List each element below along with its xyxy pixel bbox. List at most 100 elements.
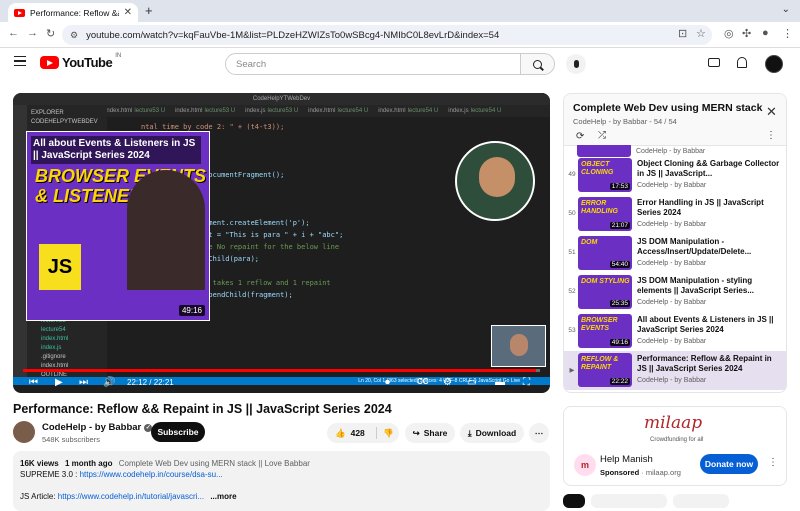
captions-icon[interactable]: CC <box>417 377 429 386</box>
youtube-logo[interactable]: YouTube IN <box>40 53 121 70</box>
channel-avatar[interactable] <box>13 421 35 443</box>
site-info-icon[interactable]: ⚙ <box>70 30 78 41</box>
new-tab-icon[interactable]: + <box>145 3 153 18</box>
video-progress-bar[interactable] <box>23 369 540 372</box>
close-playlist-icon[interactable]: ✕ <box>766 104 777 120</box>
explorer-item[interactable]: index.html <box>31 335 103 344</box>
video-player[interactable]: CodeHelpYTWebDev index.htmllecture52inde… <box>13 93 550 393</box>
channel-name-row[interactable]: CodeHelp - by Babbar ✓ <box>42 422 153 433</box>
ad-title[interactable]: Help Manish <box>600 454 653 465</box>
playlist-item[interactable]: 53 BROWSER EVENTS 49:16 All about Events & … <box>564 312 786 351</box>
profile-avatar-icon[interactable]: ● <box>762 27 769 39</box>
playlist-title[interactable]: Complete Web Dev using MERN stack || Lov… <box>573 102 763 114</box>
play-icon[interactable]: ▶ <box>55 377 63 388</box>
chip-from-channel[interactable] <box>591 494 667 508</box>
notifications-bell-icon[interactable] <box>737 57 747 68</box>
editor-tab[interactable]: index.js <box>448 105 468 117</box>
playlist-item-thumbnail[interactable]: OBJECT CLONING 17:53 <box>578 158 632 192</box>
playlist-more-icon[interactable]: ⋮ <box>766 130 776 141</box>
explorer-item[interactable]: lecture54 <box>31 326 103 335</box>
browser-tab[interactable]: Performance: Reflow && Repa ✕ <box>8 3 138 22</box>
playlist-item-title[interactable]: Object Cloning && Garbage Collector in J… <box>637 159 782 179</box>
ad-more-icon[interactable]: ⋮ <box>768 457 778 468</box>
back-icon[interactable]: ← <box>8 27 19 39</box>
share-button[interactable]: ↪ Share <box>405 423 455 443</box>
playlist-item-title[interactable]: Performance: Reflow && Repaint in JS || … <box>637 354 782 374</box>
playlist-item-thumbnail[interactable]: DOM 54:40 <box>578 236 632 270</box>
supreme-link[interactable]: https://www.codehelp.in/course/dsa-su... <box>80 470 223 479</box>
explorer-root: CODEHELPYTWEBDEV <box>31 119 98 125</box>
previous-icon[interactable]: ⏮ <box>29 377 38 388</box>
playlist-link[interactable]: Complete Web Dev using MERN stack || Lov… <box>119 459 310 468</box>
shuffle-playlist-icon[interactable]: ⤮ <box>598 130 606 141</box>
thumbs-up-icon: 👍 <box>335 427 346 438</box>
next-icon[interactable]: ⏭ <box>79 377 88 388</box>
download-button[interactable]: ⤓ Download <box>460 423 524 443</box>
fullscreen-icon[interactable]: ⛶ <box>523 377 530 388</box>
create-video-icon[interactable] <box>708 58 720 67</box>
playlist-item-thumbnail[interactable]: REFLOW & REPAINT 22:22 <box>578 353 632 387</box>
playlist-item[interactable]: 52 DOM STYLING 25:35 JS DOM Manipulation - … <box>564 273 786 312</box>
editor-tab[interactable]: index.html <box>105 105 132 117</box>
install-app-icon[interactable]: ⊡ <box>678 27 687 40</box>
playlist-item-title[interactable]: All about Events & Listeners in JS || Ja… <box>637 315 782 335</box>
browser-menu-icon[interactable]: ⋮ <box>782 27 793 40</box>
chip-related[interactable] <box>673 494 729 508</box>
description-box[interactable]: 16K views 1 month ago Complete Web Dev u… <box>13 451 550 511</box>
more-actions-button[interactable]: ⋯ <box>529 423 549 443</box>
search-button[interactable] <box>521 53 555 75</box>
extension-icon[interactable]: ◎ <box>724 27 734 40</box>
autoplay-toggle-icon[interactable]: ⏺ <box>385 377 390 388</box>
miniplayer-icon[interactable]: ▭ <box>467 377 476 388</box>
puzzle-icon[interactable]: ✣ <box>742 27 751 40</box>
playlist-item-thumbnail[interactable]: ERROR HANDLING 21:07 <box>578 197 632 231</box>
hamburger-menu-icon[interactable] <box>14 56 26 66</box>
ad-sponsored-label: Sponsored <box>600 468 640 477</box>
explorer-label: EXPLORER <box>31 110 64 116</box>
explorer-item[interactable]: .gitignore <box>31 353 103 362</box>
voice-search-button[interactable] <box>566 54 586 74</box>
playlist-item-title[interactable]: JS DOM Manipulation - Access/Insert/Upda… <box>637 237 782 257</box>
close-tab-icon[interactable]: ✕ <box>124 7 132 18</box>
playlist-prev-thumbnail[interactable] <box>577 145 631 157</box>
volume-icon[interactable]: 🔊 <box>103 377 115 388</box>
theater-mode-icon[interactable]: ▬ <box>495 377 505 388</box>
playlist-item-title[interactable]: JS DOM Manipulation - styling elements |… <box>637 276 782 296</box>
channel-name[interactable]: CodeHelp - by Babbar <box>42 422 141 433</box>
editor-tab-meta: lecture54 U <box>470 108 502 114</box>
playlist-item-duration: 54:40 <box>609 261 630 268</box>
microphone-icon <box>573 60 579 68</box>
share-label: Share <box>423 428 448 438</box>
time-total: 22:21 <box>153 378 174 387</box>
address-bar[interactable]: ⚙ youtube.com/watch?v=kqFauVbe-1M&list=P… <box>62 25 712 45</box>
editor-tab[interactable]: index.html <box>378 105 405 117</box>
playlist-item-thumbnail[interactable]: BROWSER EVENTS 49:16 <box>578 314 632 348</box>
vscode-title-bar: CodeHelpYTWebDev <box>13 93 550 105</box>
editor-tab[interactable]: index.js <box>245 105 265 117</box>
bookmark-star-icon[interactable]: ☆ <box>696 27 706 40</box>
loop-playlist-icon[interactable]: ⟳ <box>576 131 584 142</box>
donate-now-button[interactable]: Donate now <box>700 454 758 474</box>
settings-gear-icon[interactable]: ⚙ <box>443 377 452 388</box>
chip-all[interactable] <box>563 494 585 508</box>
playlist-item[interactable]: ▶ REFLOW & REPAINT 22:22 Performance: Reflo… <box>564 351 786 390</box>
editor-tab[interactable]: index.html <box>175 105 202 117</box>
playlist-item[interactable]: 50 ERROR HANDLING 21:07 Error Handling in J… <box>564 195 786 234</box>
explorer-item[interactable]: index.js <box>31 344 103 353</box>
subscribe-button[interactable]: Subscribe <box>151 422 205 442</box>
like-button[interactable]: 👍 428 <box>327 427 377 439</box>
forward-icon[interactable]: → <box>27 27 38 39</box>
ad-banner-image[interactable]: milaap Crowdfunding for all <box>564 407 786 447</box>
playlist-item[interactable]: 49 OBJECT CLONING 17:53 Object Cloning && G… <box>564 156 786 195</box>
playlist-item-thumbnail[interactable]: DOM STYLING 25:35 <box>578 275 632 309</box>
dislike-button[interactable]: 👎 <box>377 428 394 439</box>
tab-search-icon[interactable]: ⌄ <box>782 4 790 15</box>
playlist-item-title[interactable]: Error Handling in JS || JavaScript Serie… <box>637 198 782 218</box>
reload-icon[interactable]: ↻ <box>46 27 55 40</box>
user-avatar[interactable] <box>765 55 783 73</box>
editor-tab[interactable]: index.html <box>308 105 335 117</box>
playlist-item-channel: CodeHelp - by Babbar <box>637 182 707 189</box>
sponsored-ad-card[interactable]: milaap Crowdfunding for all m Help Manis… <box>563 406 787 486</box>
playlist-item[interactable]: 51 DOM 54:40 JS DOM Manipulation - Access/I… <box>564 234 786 273</box>
search-input[interactable]: Search <box>225 53 521 75</box>
